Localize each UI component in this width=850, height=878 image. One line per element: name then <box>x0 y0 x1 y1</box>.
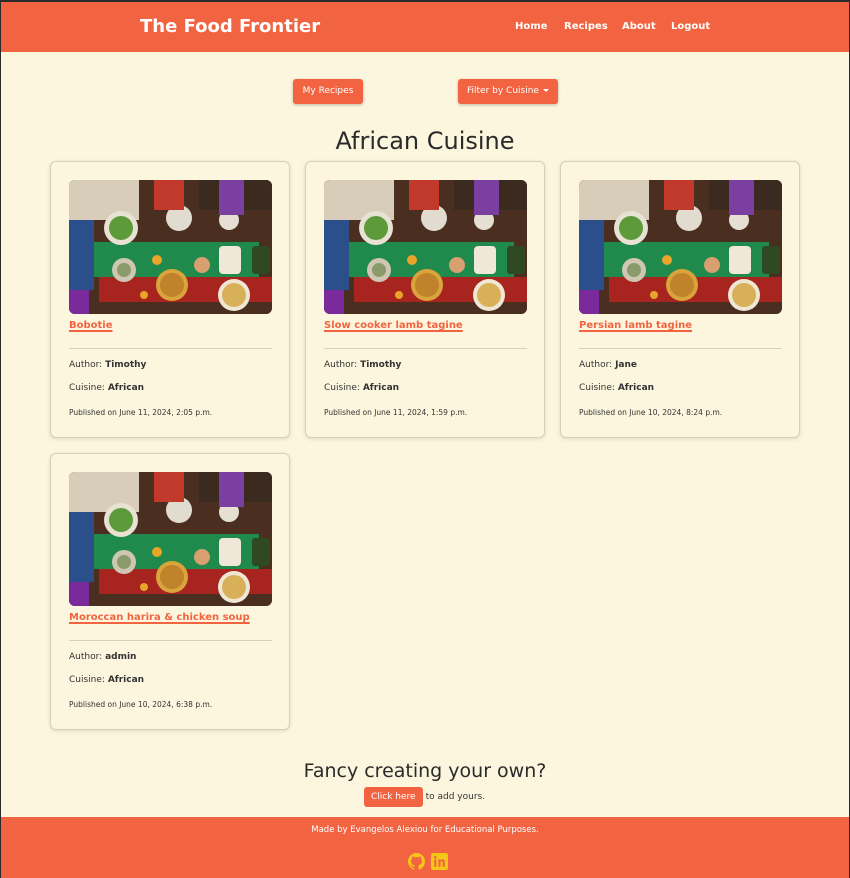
recipe-image[interactable] <box>324 180 527 314</box>
author-prefix: Author: <box>324 360 358 370</box>
recipe-cuisine: Cuisine: African <box>69 383 144 393</box>
recipe-card: Slow cooker lamb tagine Author: Timothy … <box>305 161 545 438</box>
cta-title: Fancy creating your own? <box>303 760 547 782</box>
recipe-card: Bobotie Author: Timothy Cuisine: African… <box>50 161 290 438</box>
recipe-image[interactable] <box>69 180 272 314</box>
card-divider <box>324 348 527 349</box>
recipe-title-link[interactable]: Moroccan harira & chicken soup <box>69 612 250 623</box>
nav-about[interactable]: About <box>622 21 656 32</box>
recipe-author: Author: admin <box>69 652 136 662</box>
recipe-published-date: Published on June 10, 2024, 6:38 p.m. <box>69 700 213 709</box>
recipe-author: Author: Jane <box>579 360 637 370</box>
cuisine-prefix: Cuisine: <box>579 383 615 393</box>
github-icon[interactable] <box>408 853 425 870</box>
recipe-published-date: Published on June 11, 2024, 2:05 p.m. <box>69 408 213 417</box>
footer-social-links <box>408 853 449 872</box>
recipe-image[interactable] <box>69 472 272 606</box>
my-recipes-button[interactable]: My Recipes <box>293 79 363 104</box>
filter-cuisine-label: Filter by Cuisine <box>467 86 539 96</box>
recipe-card: Persian lamb tagine Author: Jane Cuisine… <box>560 161 800 438</box>
card-divider <box>579 348 782 349</box>
recipe-cuisine: Cuisine: African <box>69 675 144 685</box>
recipe-title-link[interactable]: Persian lamb tagine <box>579 320 692 331</box>
cuisine-prefix: Cuisine: <box>69 383 105 393</box>
recipe-title-link[interactable]: Bobotie <box>69 320 113 331</box>
recipe-author: Author: Timothy <box>69 360 146 370</box>
cuisine-name: African <box>617 383 655 393</box>
cuisine-prefix: Cuisine: <box>69 675 105 685</box>
nav-recipes[interactable]: Recipes <box>564 21 608 32</box>
add-recipe-button[interactable]: Click here <box>364 787 423 807</box>
cuisine-prefix: Cuisine: <box>324 383 360 393</box>
page-title: African Cuisine <box>335 127 515 155</box>
filter-cuisine-dropdown[interactable]: Filter by Cuisine <box>458 79 558 104</box>
recipe-author: Author: Timothy <box>324 360 401 370</box>
recipe-published-date: Published on June 11, 2024, 1:59 p.m. <box>324 408 468 417</box>
cuisine-name: African <box>107 383 145 393</box>
caret-down-icon <box>542 89 549 92</box>
cta-suffix: to add yours. <box>425 792 486 802</box>
recipe-cuisine: Cuisine: African <box>579 383 654 393</box>
navbar: The Food Frontier Home Recipes About Log… <box>1 2 849 52</box>
author-prefix: Author: <box>69 360 103 370</box>
recipe-image[interactable] <box>579 180 782 314</box>
card-divider <box>69 640 272 641</box>
linkedin-icon[interactable] <box>431 853 449 870</box>
author-prefix: Author: <box>69 652 103 662</box>
nav-home[interactable]: Home <box>515 21 547 32</box>
recipe-published-date: Published on June 10, 2024, 8:24 p.m. <box>579 408 723 417</box>
page: The Food Frontier Home Recipes About Log… <box>1 2 849 878</box>
cuisine-name: African <box>362 383 400 393</box>
cuisine-name: African <box>107 675 145 685</box>
footer: Made by Evangelos Alexiou for Educationa… <box>1 817 849 878</box>
brand-logo[interactable]: The Food Frontier <box>140 16 320 37</box>
author-name: Jane <box>615 360 637 370</box>
nav-logout[interactable]: Logout <box>671 21 710 32</box>
recipe-title-link[interactable]: Slow cooker lamb tagine <box>324 320 463 331</box>
card-divider <box>69 348 272 349</box>
author-prefix: Author: <box>579 360 613 370</box>
cta-row: Click here to add yours. <box>364 787 485 807</box>
recipe-card: Moroccan harira & chicken soup Author: a… <box>50 453 290 730</box>
recipe-cuisine: Cuisine: African <box>324 383 399 393</box>
author-name: Timothy <box>105 360 147 370</box>
footer-credit: Made by Evangelos Alexiou for Educationa… <box>311 825 539 835</box>
author-name: admin <box>105 652 137 662</box>
my-recipes-label: My Recipes <box>302 86 354 96</box>
author-name: Timothy <box>360 360 402 370</box>
